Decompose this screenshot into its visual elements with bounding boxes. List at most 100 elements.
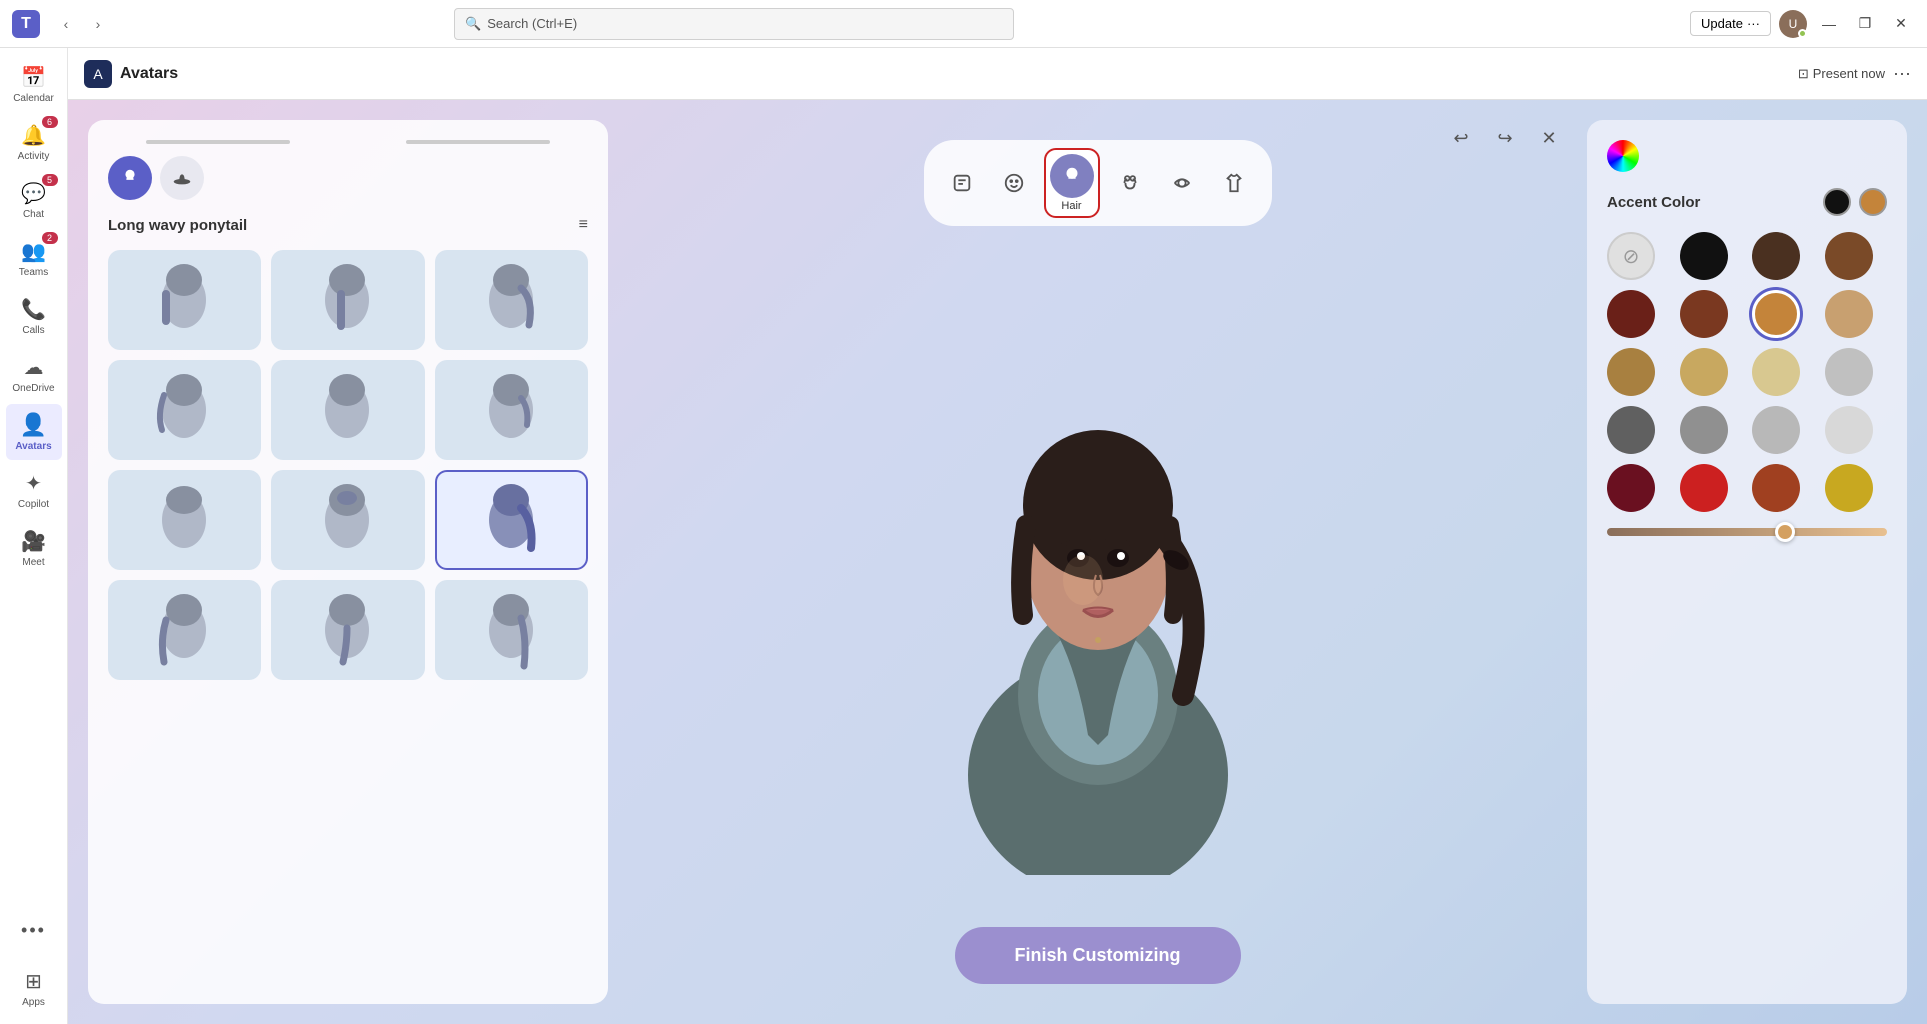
color-swatch-none[interactable]: ⊘ xyxy=(1607,232,1655,280)
color-swatch-dark-red-brown[interactable] xyxy=(1607,290,1655,338)
sidebar-item-calendar[interactable]: 📅 Calendar xyxy=(6,56,62,112)
sidebar-item-activity[interactable]: 🔔 6 Activity xyxy=(6,114,62,170)
hair-item-11[interactable] xyxy=(271,580,424,680)
title-bar: T ‹ › 🔍 Search (Ctrl+E) Update ··· U — ❐… xyxy=(0,0,1927,48)
hair-item-6[interactable] xyxy=(435,360,588,460)
color-swatch-dark-red[interactable] xyxy=(1607,464,1655,512)
undo-button[interactable]: ↩ xyxy=(1443,120,1479,156)
app-header-left: A Avatars xyxy=(84,60,178,88)
title-bar-left: T ‹ › xyxy=(12,10,112,38)
color-swatch-medium-grey[interactable] xyxy=(1680,406,1728,454)
meet-icon: 🎥 xyxy=(21,529,46,554)
title-bar-right: Update ··· U — ❐ ✕ xyxy=(1690,10,1915,38)
minimize-button[interactable]: — xyxy=(1815,10,1843,38)
selected-color-1[interactable] xyxy=(1823,188,1851,216)
hair-item-12[interactable] xyxy=(435,580,588,680)
maximize-button[interactable]: ❐ xyxy=(1851,10,1879,38)
color-swatch-white-grey[interactable] xyxy=(1825,406,1873,454)
color-swatch-golden[interactable] xyxy=(1607,348,1655,396)
more-icon: ••• xyxy=(21,920,46,941)
user-avatar[interactable]: U xyxy=(1779,10,1807,38)
category-accessories-button[interactable] xyxy=(1160,161,1204,205)
activity-icon: 🔔 xyxy=(21,123,46,148)
category-hair-label: Hair xyxy=(1061,200,1081,212)
sidebar-item-teams[interactable]: 👥 2 Teams xyxy=(6,230,62,286)
filter-icon[interactable]: ≡ xyxy=(579,216,588,234)
close-button[interactable]: ✕ xyxy=(1887,10,1915,38)
color-palette-icon xyxy=(1607,140,1639,172)
nav-buttons: ‹ › xyxy=(52,10,112,38)
category-outfit-button[interactable] xyxy=(1212,161,1256,205)
color-swatch-dark-grey[interactable] xyxy=(1607,406,1655,454)
color-swatch-sandy[interactable] xyxy=(1680,348,1728,396)
color-intensity-slider-container xyxy=(1607,528,1887,536)
hair-item-3[interactable] xyxy=(435,250,588,350)
sidebar: 📅 Calendar 🔔 6 Activity 💬 5 Chat 👥 2 Tea… xyxy=(0,48,68,1024)
selected-color-2[interactable] xyxy=(1859,188,1887,216)
sidebar-item-more[interactable]: ••• xyxy=(6,902,62,958)
sidebar-item-avatars[interactable]: 👤 Avatars xyxy=(6,404,62,460)
hair-item-7[interactable] xyxy=(108,470,261,570)
category-face-button[interactable] xyxy=(992,161,1036,205)
search-icon: 🔍 xyxy=(465,16,481,32)
forward-button[interactable]: › xyxy=(84,10,112,38)
search-bar[interactable]: 🔍 Search (Ctrl+E) xyxy=(454,8,1014,40)
panel-tab-hat[interactable] xyxy=(160,156,204,200)
teams-icon: 👥 xyxy=(21,239,46,264)
hair-item-9[interactable] xyxy=(435,470,588,570)
sidebar-item-chat[interactable]: 💬 5 Chat xyxy=(6,172,62,228)
color-swatch-caramel[interactable] xyxy=(1752,290,1800,338)
hair-item-1[interactable] xyxy=(108,250,261,350)
action-toolbar: ↩ ↪ ✕ xyxy=(1443,120,1567,156)
color-swatch-medium-brown[interactable] xyxy=(1680,290,1728,338)
color-swatch-dark-brown[interactable] xyxy=(1752,232,1800,280)
hair-item-5[interactable] xyxy=(271,360,424,460)
hair-item-4[interactable] xyxy=(108,360,261,460)
redo-button[interactable]: ↪ xyxy=(1487,120,1523,156)
color-swatch-light-brown[interactable] xyxy=(1825,290,1873,338)
sidebar-item-onedrive[interactable]: ☁ OneDrive xyxy=(6,346,62,402)
color-swatch-warm-brown[interactable] xyxy=(1825,232,1873,280)
present-now-button[interactable]: ⊡ Present now xyxy=(1798,66,1885,82)
color-swatch-gold-highlight[interactable] xyxy=(1825,464,1873,512)
hair-item-10[interactable] xyxy=(108,580,261,680)
header-more-button[interactable]: ··· xyxy=(1893,63,1911,84)
activity-badge: 6 xyxy=(42,116,58,128)
calls-icon: 📞 xyxy=(21,297,46,322)
sidebar-item-meet[interactable]: 🎥 Meet xyxy=(6,520,62,576)
sidebar-label-meet: Meet xyxy=(22,557,44,568)
category-hair-button[interactable] xyxy=(1050,154,1094,198)
panel-tab-hair[interactable] xyxy=(108,156,152,200)
color-swatch-light-blonde[interactable] xyxy=(1752,348,1800,396)
sidebar-label-chat: Chat xyxy=(23,209,44,220)
sidebar-label-calendar: Calendar xyxy=(13,93,54,104)
color-swatch-silver[interactable] xyxy=(1825,348,1873,396)
color-swatch-light-grey[interactable] xyxy=(1752,406,1800,454)
calendar-icon: 📅 xyxy=(21,65,46,90)
teams-badge: 2 xyxy=(42,232,58,244)
color-swatch-bright-red[interactable] xyxy=(1680,464,1728,512)
sidebar-label-calls: Calls xyxy=(22,325,44,336)
update-button[interactable]: Update ··· xyxy=(1690,11,1771,36)
update-more-icon: ··· xyxy=(1747,16,1760,31)
sidebar-item-apps[interactable]: ⊞ Apps xyxy=(6,960,62,1016)
color-swatch-black[interactable] xyxy=(1680,232,1728,280)
panel-current-style: Long wavy ponytail xyxy=(108,217,247,234)
hair-item-2[interactable] xyxy=(271,250,424,350)
hair-item-8[interactable] xyxy=(271,470,424,570)
color-intensity-slider-thumb[interactable] xyxy=(1775,522,1795,542)
category-reactions-button[interactable] xyxy=(940,161,984,205)
finish-customizing-button[interactable]: Finish Customizing xyxy=(955,927,1241,984)
category-body-button[interactable] xyxy=(1108,161,1152,205)
search-placeholder: Search (Ctrl+E) xyxy=(487,16,577,31)
sidebar-item-copilot[interactable]: ✦ Copilot xyxy=(6,462,62,518)
content-area: A Avatars ⊡ Present now ··· xyxy=(68,48,1927,1024)
color-grid: ⊘ xyxy=(1607,232,1887,512)
back-button[interactable]: ‹ xyxy=(52,10,80,38)
close-editor-button[interactable]: ✕ xyxy=(1531,120,1567,156)
color-intensity-slider-track[interactable] xyxy=(1607,528,1887,536)
sidebar-item-calls[interactable]: 📞 Calls xyxy=(6,288,62,344)
onedrive-icon: ☁ xyxy=(24,355,44,380)
chat-badge: 5 xyxy=(42,174,58,186)
color-swatch-auburn[interactable] xyxy=(1752,464,1800,512)
